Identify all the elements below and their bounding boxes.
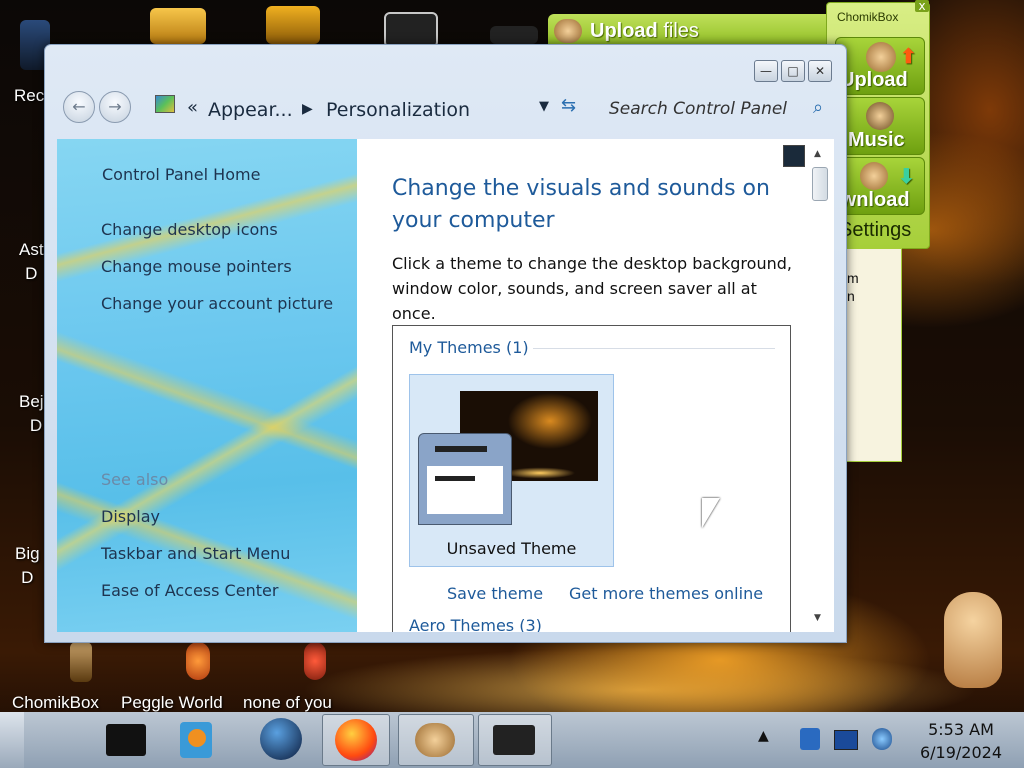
minimize-button[interactable]: — bbox=[754, 60, 778, 82]
tray-app-icon[interactable] bbox=[800, 728, 820, 750]
search-input[interactable]: Search Control Panel bbox=[609, 99, 787, 119]
search-icon[interactable]: ⌕ bbox=[813, 97, 823, 118]
maximize-button[interactable]: □ bbox=[781, 60, 805, 82]
control-panel-home-link[interactable]: Control Panel Home bbox=[102, 165, 260, 184]
theme-name: Unsaved Theme bbox=[446, 539, 577, 558]
save-theme-link[interactable]: Save theme bbox=[447, 584, 543, 603]
taskbar-globe-app[interactable] bbox=[256, 714, 306, 764]
breadcrumb-overflow[interactable]: « bbox=[187, 97, 198, 118]
breadcrumb-personalization[interactable]: Personalization bbox=[326, 99, 470, 121]
chomik-side-panel: m n bbox=[846, 248, 902, 462]
content-pane: Change the visuals and sounds on your co… bbox=[357, 139, 834, 632]
top-icon-2[interactable] bbox=[266, 6, 320, 44]
taskbar-start-menu-link[interactable]: Taskbar and Start Menu bbox=[101, 544, 290, 563]
top-icon-1[interactable] bbox=[150, 8, 206, 44]
hamster-mascot-icon[interactable] bbox=[944, 592, 1002, 688]
change-account-picture-link[interactable]: Change your account picture bbox=[101, 294, 333, 313]
themes-list: My Themes (1) Unsaved Theme Save theme G… bbox=[392, 325, 791, 632]
theme-window-preview bbox=[418, 433, 512, 525]
desktop-icon-label-astro[interactable]: Ast D bbox=[19, 238, 44, 286]
control-panel-icon bbox=[155, 95, 175, 113]
close-button[interactable]: ✕ bbox=[808, 60, 832, 82]
ease-of-access-link[interactable]: Ease of Access Center bbox=[101, 581, 278, 600]
unsaved-theme-tile[interactable]: Unsaved Theme bbox=[409, 374, 614, 567]
show-hidden-icons-icon[interactable]: ▲ bbox=[758, 728, 776, 746]
taskbar-control-panel[interactable] bbox=[478, 714, 552, 766]
up-arrow-icon: ⬆ bbox=[900, 46, 917, 68]
taskbar-chomikbox[interactable] bbox=[398, 714, 474, 766]
see-also-heading: See also bbox=[101, 470, 169, 489]
personalization-window: — □ ✕ ← → « Appear... ▶ Personalization … bbox=[44, 44, 847, 643]
breadcrumb-separator-icon[interactable]: ▶ bbox=[302, 101, 313, 117]
network-icon[interactable] bbox=[834, 730, 858, 750]
change-desktop-icons-link[interactable]: Change desktop icons bbox=[101, 220, 278, 239]
page-title: Change the visuals and sounds on your co… bbox=[392, 176, 770, 233]
desktop-icon-label-none-of-you[interactable]: none of you bbox=[243, 693, 332, 713]
refresh-icon[interactable]: ⇆ bbox=[561, 95, 576, 116]
chomikbox-icon[interactable] bbox=[70, 642, 92, 682]
side-panel-text: m n bbox=[847, 270, 859, 304]
desktop-icon-label-big[interactable]: Big D bbox=[15, 542, 40, 590]
vertical-scrollbar[interactable]: ▲ ▼ bbox=[811, 145, 828, 625]
upload-files-banner[interactable]: Upload files bbox=[548, 14, 828, 48]
back-button[interactable]: ← bbox=[63, 91, 95, 123]
hamster-icon bbox=[554, 19, 582, 43]
mouse-cursor-icon bbox=[702, 498, 720, 528]
breadcrumb-appearance[interactable]: Appear... bbox=[208, 99, 293, 121]
task-pane: Control Panel Home Change desktop icons … bbox=[57, 139, 357, 632]
chomik-upload-button[interactable]: ⬆ Upload bbox=[835, 37, 925, 95]
help-icon[interactable] bbox=[783, 145, 805, 167]
scroll-up-icon[interactable]: ▲ bbox=[814, 149, 821, 159]
group-divider bbox=[533, 348, 775, 349]
taskbar-folder-app[interactable] bbox=[100, 714, 152, 764]
system-clock[interactable]: 5:53 AM 6/19/2024 bbox=[906, 718, 1016, 764]
address-bar-row: ← → « Appear... ▶ Personalization ▼ ⇆ Se… bbox=[53, 87, 838, 131]
top-icon-4[interactable] bbox=[490, 26, 538, 44]
start-button[interactable] bbox=[0, 712, 24, 768]
volume-icon[interactable] bbox=[872, 728, 892, 750]
chomik-close-button[interactable]: x bbox=[915, 0, 929, 12]
my-themes-heading: My Themes (1) bbox=[409, 338, 529, 357]
taskbar-firefox[interactable] bbox=[322, 714, 390, 766]
address-dropdown-icon[interactable]: ▼ bbox=[539, 99, 549, 114]
clock-time: 5:53 AM bbox=[928, 720, 994, 739]
change-mouse-pointers-link[interactable]: Change mouse pointers bbox=[101, 257, 292, 276]
desktop-icon-label-chomikbox[interactable]: ChomikBox bbox=[12, 693, 99, 713]
clock-date: 6/19/2024 bbox=[919, 743, 1003, 762]
chomik-download-button[interactable]: ⬇ Download bbox=[835, 157, 925, 215]
get-more-themes-link[interactable]: Get more themes online bbox=[569, 584, 763, 603]
chomik-settings-button[interactable]: Settings bbox=[839, 219, 911, 242]
upload-files-title: Upload files bbox=[590, 20, 699, 42]
peggle-icon[interactable] bbox=[186, 642, 210, 680]
taskbar: ▲ 5:53 AM 6/19/2024 bbox=[0, 712, 1024, 768]
scroll-thumb[interactable] bbox=[812, 167, 828, 201]
forward-button[interactable]: → bbox=[99, 91, 131, 123]
none-of-you-icon[interactable] bbox=[304, 642, 326, 680]
chomik-music-button[interactable]: Music bbox=[835, 97, 925, 155]
display-link[interactable]: Display bbox=[101, 507, 160, 526]
page-description: Click a theme to change the desktop back… bbox=[392, 254, 792, 323]
down-arrow-icon: ⬇ bbox=[898, 166, 915, 188]
aero-themes-heading: Aero Themes (3) bbox=[409, 616, 542, 632]
hamster-download-icon bbox=[860, 162, 888, 190]
hamster-music-icon bbox=[866, 102, 894, 130]
taskbar-media-app[interactable] bbox=[176, 714, 220, 764]
top-icon-3[interactable] bbox=[384, 12, 438, 48]
desktop-icon-label-peggle[interactable]: Peggle World bbox=[121, 693, 223, 713]
scroll-down-icon[interactable]: ▼ bbox=[814, 613, 821, 623]
chomikbox-panel-title: ChomikBox bbox=[837, 10, 899, 24]
hamster-upload-icon bbox=[866, 42, 896, 72]
